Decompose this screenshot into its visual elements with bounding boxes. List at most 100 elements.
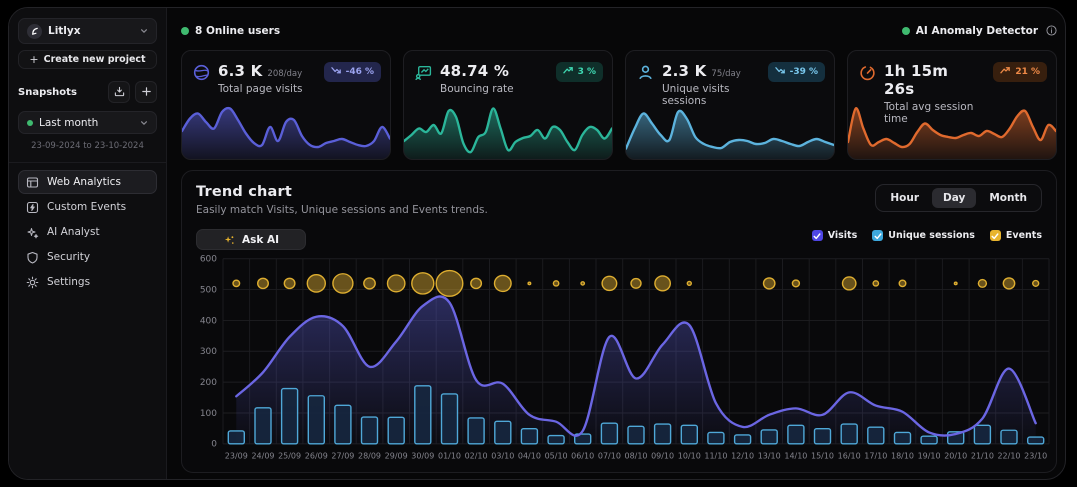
legend-item-visits[interactable]: Visits [812, 230, 858, 241]
ai-anomaly-detector[interactable]: AI Anomaly Detector [902, 25, 1057, 37]
stat-per-day: 75/day [711, 69, 740, 79]
svg-text:18/10: 18/10 [891, 451, 914, 460]
svg-text:04/10: 04/10 [518, 451, 541, 460]
sidebar-item-web-analytics[interactable]: Web Analytics [18, 170, 157, 194]
online-users-label: 8 Online users [195, 25, 280, 37]
sparkline-chart [404, 103, 612, 159]
tab-day[interactable]: Day [932, 188, 976, 208]
user-icon [637, 64, 654, 81]
add-snapshot-button[interactable] [135, 81, 157, 103]
stat-card-bouncing-rate: 48.74 % Bouncing rate 3 % [403, 50, 613, 160]
legend-item-unique-sessions[interactable]: Unique sessions [872, 230, 975, 241]
stat-value: 48.74 % [440, 62, 509, 80]
svg-text:200: 200 [200, 378, 218, 388]
svg-text:23/09: 23/09 [225, 451, 248, 460]
svg-text:20/10: 20/10 [944, 451, 967, 460]
ask-ai-button[interactable]: Ask AI [196, 229, 306, 250]
trend-chart[interactable]: 0 100 200 300 400 500 60023/0924/0925/09… [189, 251, 1054, 467]
sidebar-item-security[interactable]: Security [18, 245, 157, 269]
sidebar-item-ai-analyst[interactable]: AI Analyst [18, 220, 157, 244]
ai-sparkle-icon [223, 234, 235, 246]
svg-text:600: 600 [200, 255, 218, 265]
browser-icon [26, 176, 39, 189]
info-icon[interactable] [1046, 25, 1057, 36]
sidebar-item-settings[interactable]: Settings [18, 270, 157, 294]
svg-text:29/09: 29/09 [385, 451, 408, 460]
topbar: 8 Online users AI Anomaly Detector [181, 8, 1057, 50]
sparkline-chart [182, 103, 390, 159]
chevron-down-icon [140, 119, 148, 127]
svg-text:21/10: 21/10 [971, 451, 994, 460]
svg-text:500: 500 [200, 286, 218, 296]
trend-chart-panel: Trend chart Easily match Visits, Unique … [181, 170, 1057, 473]
plus-icon: + [29, 53, 38, 66]
create-project-button[interactable]: + Create new project [18, 50, 157, 69]
export-snapshot-button[interactable] [108, 81, 130, 103]
svg-text:08/10: 08/10 [624, 451, 647, 460]
svg-text:27/09: 27/09 [331, 451, 354, 460]
trend-up-icon [1000, 65, 1011, 79]
checkbox-checked-icon[interactable] [812, 230, 823, 241]
svg-text:14/10: 14/10 [784, 451, 807, 460]
svg-text:19/10: 19/10 [918, 451, 941, 460]
timer-icon [859, 64, 876, 81]
svg-text:400: 400 [200, 316, 218, 326]
project-selector[interactable]: Litlyx [18, 18, 157, 44]
trend-badge: -39 % [768, 62, 825, 82]
ask-ai-label: Ask AI [242, 234, 279, 246]
main-content: 8 Online users AI Anomaly Detector [167, 8, 1065, 479]
stat-label: Bouncing rate [440, 83, 514, 95]
stat-per-day: 208/day [267, 69, 302, 79]
stat-cards: 6.3 K 208/day Total page visits -46 % [181, 50, 1057, 160]
svg-text:24/09: 24/09 [251, 451, 274, 460]
snapshot-range-label: Last month [39, 117, 134, 129]
svg-text:10/10: 10/10 [678, 451, 701, 460]
stat-card-total-page-visits: 6.3 K 208/day Total page visits -46 % [181, 50, 391, 160]
snapshot-range-selector[interactable]: Last month [18, 111, 157, 134]
legend-label: Unique sessions [888, 230, 975, 241]
legend-label: Events [1006, 230, 1042, 241]
sparkles-icon [26, 226, 39, 239]
svg-text:12/10: 12/10 [731, 451, 754, 460]
sidebar: Litlyx + Create new project Snapshots [9, 8, 167, 479]
gear-icon [26, 276, 39, 289]
svg-text:02/10: 02/10 [465, 451, 488, 460]
svg-text:01/10: 01/10 [438, 451, 461, 460]
svg-text:11/10: 11/10 [704, 451, 727, 460]
svg-text:100: 100 [200, 409, 218, 419]
sparkline-chart [848, 103, 1056, 159]
trend-badge: 3 % [556, 62, 603, 82]
svg-text:300: 300 [200, 347, 218, 357]
svg-text:05/10: 05/10 [545, 451, 568, 460]
sidebar-item-label: AI Analyst [47, 226, 100, 238]
svg-text:03/10: 03/10 [491, 451, 514, 460]
legend-item-events[interactable]: Events [990, 230, 1042, 241]
tab-month[interactable]: Month [978, 188, 1038, 208]
sidebar-divider [9, 162, 166, 163]
anomaly-detector-label: AI Anomaly Detector [916, 25, 1038, 37]
trend-badge-value: 21 % [1015, 67, 1040, 77]
tab-hour[interactable]: Hour [879, 188, 930, 208]
chevron-down-icon [140, 27, 148, 35]
checkbox-checked-icon[interactable] [990, 230, 1001, 241]
online-users-status: 8 Online users [181, 25, 280, 37]
shield-icon [26, 251, 39, 264]
time-range-tabs: Hour Day Month [875, 184, 1042, 212]
sidebar-item-label: Web Analytics [47, 176, 121, 188]
chart-legend: Visits Unique sessions Events [812, 230, 1042, 241]
checkbox-checked-icon[interactable] [872, 230, 883, 241]
svg-text:22/10: 22/10 [997, 451, 1020, 460]
trend-badge: -46 % [324, 62, 381, 82]
sidebar-item-label: Custom Events [47, 201, 126, 213]
green-dot-icon [902, 27, 910, 35]
svg-text:23/10: 23/10 [1024, 451, 1047, 460]
svg-text:06/10: 06/10 [571, 451, 594, 460]
sidebar-item-custom-events[interactable]: Custom Events [18, 195, 157, 219]
stat-label: Total page visits [218, 83, 303, 95]
legend-label: Visits [828, 230, 858, 241]
stat-card-avg-session-time: 1h 15m 26s Total avg session time 21 % [847, 50, 1057, 160]
stat-value: 6.3 K [218, 62, 262, 80]
trend-up-icon [563, 65, 574, 79]
trend-badge: 21 % [993, 62, 1047, 82]
trend-down-icon [775, 65, 786, 79]
